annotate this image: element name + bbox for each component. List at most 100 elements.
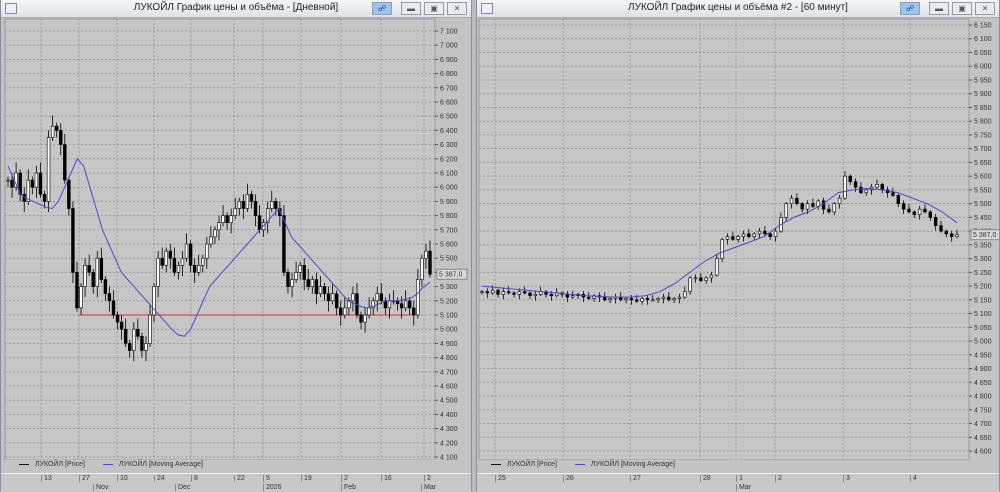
y-tick-label: 6 300 xyxy=(440,142,458,149)
y-tick-label: 4 850 xyxy=(974,380,992,387)
candle-body xyxy=(704,277,708,281)
date-tick-label: 8 xyxy=(191,475,198,482)
candle-body xyxy=(805,203,810,210)
candle-body xyxy=(752,233,756,237)
date-tick-label: 19 xyxy=(301,475,312,482)
candle-body xyxy=(420,257,424,280)
candle-body xyxy=(506,291,511,294)
candle-body xyxy=(148,314,152,344)
candle-body xyxy=(763,230,767,235)
candle-body xyxy=(789,197,794,204)
candle-body xyxy=(188,243,193,266)
candle-body xyxy=(891,192,895,196)
y-tick-label: 5 700 xyxy=(974,146,992,153)
candle-body xyxy=(6,179,10,182)
candle-body xyxy=(115,314,120,323)
candle-body xyxy=(811,203,815,207)
candle-body xyxy=(736,236,740,240)
y-tick-label: 5 600 xyxy=(974,174,992,181)
y-tick-label: 4 650 xyxy=(974,435,992,442)
candle-body xyxy=(677,296,682,299)
candle-body xyxy=(237,201,241,209)
candle-body xyxy=(773,230,778,237)
candle-body xyxy=(310,279,315,287)
candle-body xyxy=(306,279,310,287)
candle-body xyxy=(944,230,949,235)
y-tick-label: 6 100 xyxy=(974,36,992,43)
candle-body xyxy=(651,299,655,302)
candle-body xyxy=(656,298,660,301)
candle-body xyxy=(800,203,804,210)
candle-body xyxy=(111,300,116,316)
candle-body xyxy=(672,298,676,301)
candle-body xyxy=(290,279,294,287)
y-tick-label: 5 300 xyxy=(440,284,458,291)
candle-body xyxy=(363,314,367,323)
month-label: Mar xyxy=(736,484,751,491)
y-tick-label: 6 800 xyxy=(440,71,458,78)
candle-body xyxy=(99,257,104,280)
candle-body xyxy=(731,236,735,240)
candle-body xyxy=(197,264,201,273)
candle-body xyxy=(603,296,607,301)
y-tick-label: 4 950 xyxy=(974,352,992,359)
candle-body xyxy=(229,215,233,224)
y-tick-label: 5 650 xyxy=(974,160,992,167)
candle-body xyxy=(496,289,500,295)
candle-body xyxy=(528,292,532,297)
candle-body xyxy=(34,172,39,188)
candle-body xyxy=(87,264,91,273)
candle-body xyxy=(128,343,132,351)
candle-body xyxy=(42,194,47,202)
y-tick-label: 5 000 xyxy=(974,339,992,346)
y-tick-label: 5 750 xyxy=(974,132,992,139)
candle-body xyxy=(587,296,591,299)
plot-area xyxy=(478,18,970,460)
candle-body xyxy=(209,236,213,245)
candle-body xyxy=(144,343,148,351)
candle-body xyxy=(367,307,371,316)
date-tick-label: 13 xyxy=(41,475,52,482)
legend: ЛУКОЙЛ [Price] ЛУКОЙЛ [Moving Average] xyxy=(491,461,675,468)
candle-body xyxy=(490,289,495,294)
date-axis: 25 26 27 28 1 2 3 4 Mar xyxy=(477,473,999,492)
candle-body xyxy=(71,208,75,273)
y-tick-label: 4 700 xyxy=(974,421,992,428)
candle-body xyxy=(859,186,863,193)
candle-body xyxy=(205,243,209,259)
y-tick-label: 7 100 xyxy=(440,29,458,36)
price-chart[interactable]: 7 100 7 000 6 900 6 800 6 700 6 600 6 500 6 400… xyxy=(1,0,471,460)
candle-body xyxy=(270,201,274,209)
date-tick-label: 2 xyxy=(341,475,348,482)
y-tick-label: 5 350 xyxy=(974,242,992,249)
date-tick-label: 3 xyxy=(843,475,850,482)
price-chart[interactable]: 6 150 6 100 6 050 6 000 5 950 5 900 5 850 5 800… xyxy=(477,0,999,460)
y-tick-label: 5 600 xyxy=(440,242,458,249)
candle-body xyxy=(571,295,575,298)
y-tick-label: 5 900 xyxy=(974,91,992,98)
candle-body xyxy=(334,293,339,309)
date-tick-label: 5 xyxy=(263,475,270,482)
candle-body xyxy=(59,130,63,145)
candle-body xyxy=(917,208,922,215)
candle-body xyxy=(896,195,900,204)
y-tick-label: 4 100 xyxy=(440,455,458,461)
date-tick-label: 27 xyxy=(79,475,90,482)
candle-body xyxy=(359,314,363,323)
y-tick-label: 6 100 xyxy=(440,171,458,178)
candle-body xyxy=(928,211,933,218)
candle-body xyxy=(168,250,173,259)
candle-body xyxy=(949,233,954,237)
candle-body xyxy=(298,264,302,273)
candle-body xyxy=(784,203,788,218)
candle-body xyxy=(201,257,205,266)
candle-body xyxy=(107,293,112,302)
candle-body xyxy=(176,264,181,273)
candle-body xyxy=(709,274,714,279)
candle-body xyxy=(485,291,490,294)
candle-body xyxy=(933,217,938,226)
candle-body xyxy=(837,197,842,204)
candle-body xyxy=(156,257,160,287)
candle-body xyxy=(645,298,650,301)
candle-body xyxy=(907,208,911,213)
